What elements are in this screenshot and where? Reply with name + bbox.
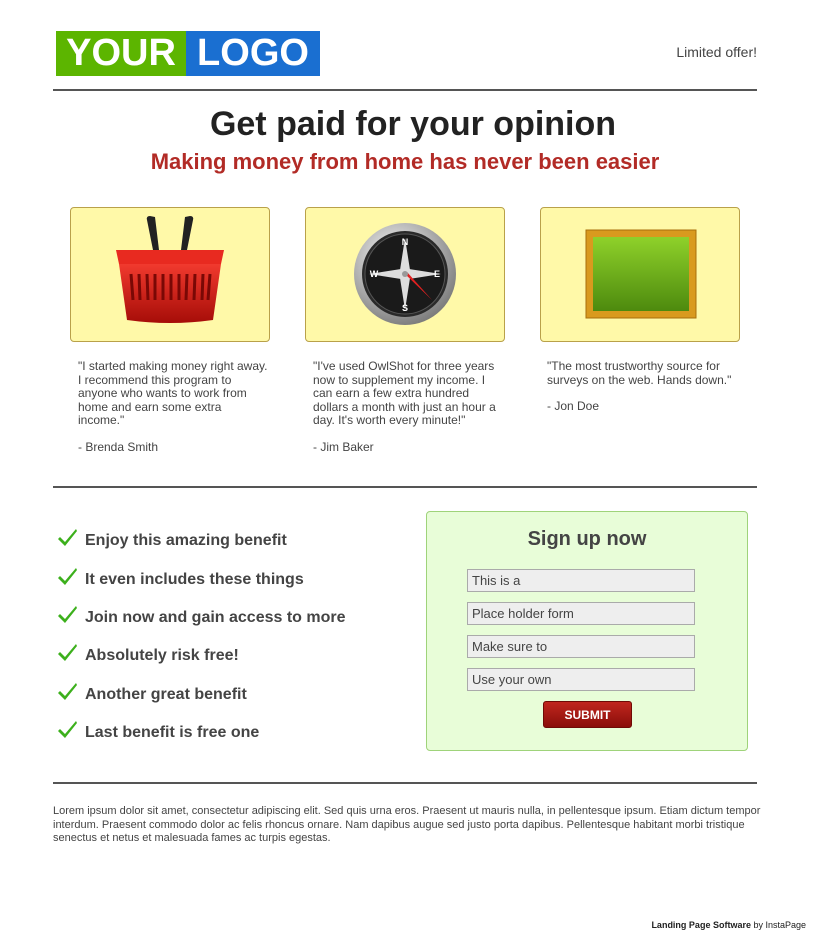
testimonial-1: "I started making money right away. I re… — [78, 359, 268, 454]
powered-by-credit[interactable]: Landing Page Software by InstaPage — [651, 920, 806, 930]
benefit-item: Last benefit is free one — [58, 714, 346, 752]
svg-text:N: N — [402, 237, 409, 247]
checkmark-icon — [58, 529, 77, 547]
benefit-item: It even includes these things — [58, 560, 346, 598]
section-divider — [53, 486, 757, 488]
feature-card-chalkboard — [540, 207, 740, 342]
testimonial-author: - Brenda Smith — [78, 439, 159, 454]
compass-icon: N S W E — [354, 223, 456, 325]
checkmark-icon — [58, 567, 77, 585]
credit-bold-text: Landing Page Software — [651, 920, 751, 930]
form-field-4[interactable] — [467, 668, 695, 691]
signup-form: Sign up now SUBMIT — [426, 511, 748, 751]
submit-button[interactable]: SUBMIT — [543, 701, 632, 728]
checkmark-icon — [58, 721, 77, 739]
limited-offer-text: Limited offer! — [676, 44, 757, 60]
benefit-text: Join now and gain access to more — [85, 608, 346, 626]
benefit-text: It even includes these things — [85, 570, 304, 588]
form-field-3[interactable] — [467, 635, 695, 658]
chalkboard-icon — [585, 229, 697, 319]
testimonial-quote: "I've used OwlShot for three years now t… — [313, 359, 496, 427]
header-divider — [53, 89, 757, 91]
form-title: Sign up now — [527, 528, 647, 550]
testimonial-author: - Jim Baker — [313, 439, 374, 454]
benefit-text: Enjoy this amazing benefit — [85, 532, 287, 550]
testimonial-quote: "I started making money right away. I re… — [78, 359, 268, 427]
feature-card-compass: N S W E — [305, 207, 505, 342]
logo-right-text: LOGO — [186, 31, 320, 76]
testimonial-3: "The most trustworthy source for surveys… — [547, 359, 737, 414]
benefit-item: Absolutely risk free! — [58, 637, 346, 675]
credit-rest-text: by InstaPage — [750, 920, 806, 930]
form-field-2[interactable] — [467, 602, 695, 625]
testimonial-author: - Jon Doe — [547, 399, 600, 413]
checkmark-icon — [58, 605, 77, 623]
benefit-item: Another great benefit — [58, 676, 346, 714]
testimonial-quote: "The most trustworthy source for surveys… — [547, 359, 732, 387]
logo-left-text: YOUR — [56, 31, 186, 76]
benefit-item: Join now and gain access to more — [58, 599, 346, 637]
benefit-item: Enjoy this amazing benefit — [58, 522, 346, 560]
svg-text:W: W — [370, 269, 379, 279]
footer-lorem-text: Lorem ipsum dolor sit amet, consectetur … — [53, 805, 761, 844]
benefit-text: Absolutely risk free! — [85, 647, 239, 665]
benefit-text: Another great benefit — [85, 685, 247, 703]
basket-icon — [116, 216, 224, 323]
feature-card-basket — [70, 207, 270, 342]
footer-divider — [53, 782, 757, 784]
testimonial-2: "I've used OwlShot for three years now t… — [313, 359, 503, 454]
checkmark-icon — [58, 682, 77, 700]
page-headline: Get paid for your opinion — [209, 105, 617, 143]
benefits-list: Enjoy this amazing benefit It even inclu… — [58, 522, 346, 752]
benefit-text: Last benefit is free one — [85, 724, 260, 742]
svg-text:S: S — [402, 303, 408, 313]
checkmark-icon — [58, 644, 77, 662]
logo[interactable]: YOUR LOGO — [56, 31, 320, 76]
page-subheadline: Making money from home has never been ea… — [150, 149, 660, 174]
form-field-1[interactable] — [467, 569, 695, 592]
svg-text:E: E — [434, 269, 440, 279]
